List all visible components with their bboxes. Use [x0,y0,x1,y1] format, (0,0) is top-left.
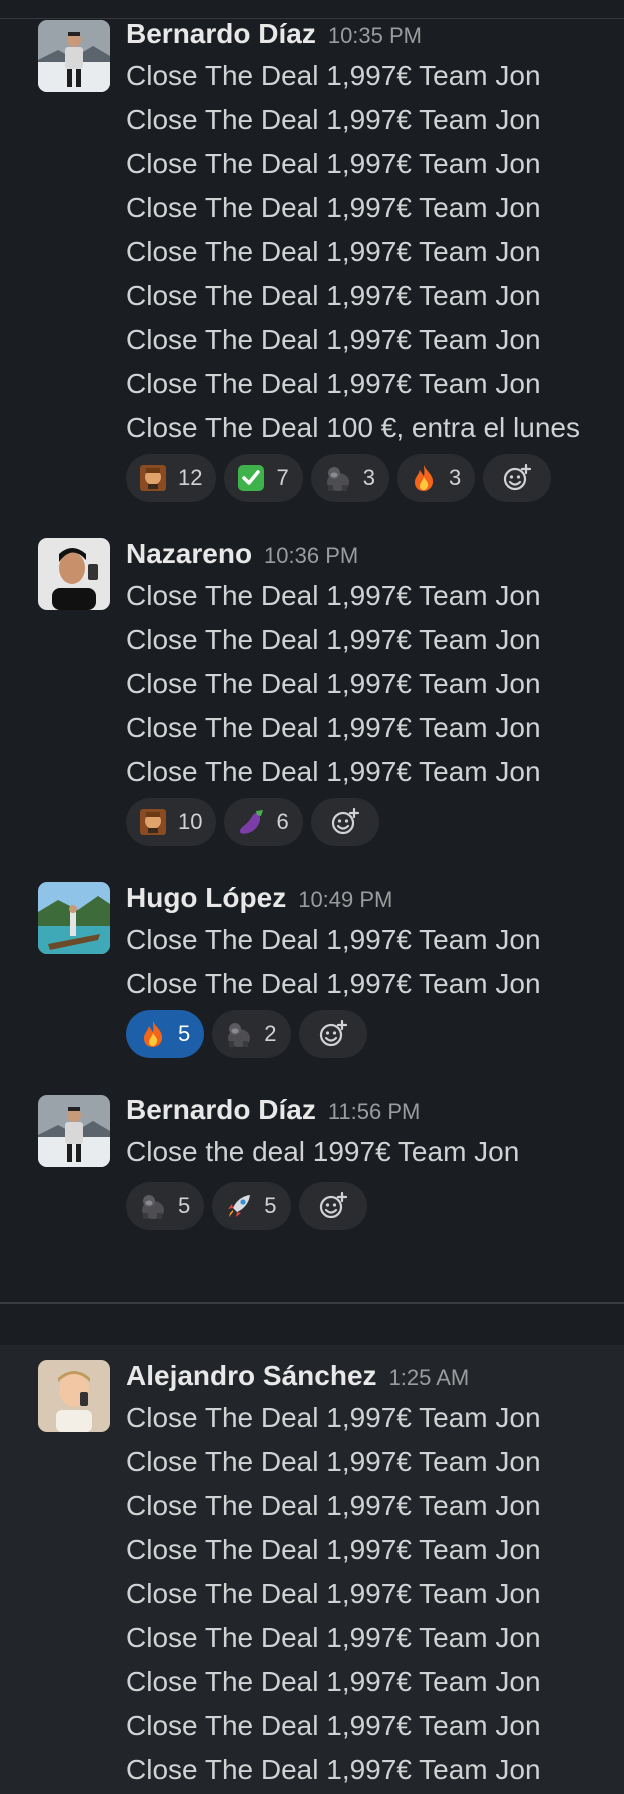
message-line: Close The Deal 1,997€ Team Jon [126,1534,541,1565]
author-name[interactable]: Bernardo Díaz [126,18,316,49]
check-mark-emoji [238,465,265,491]
rocket-emoji [228,1195,251,1217]
message-line: Close The Deal 1,997€ Team Jon [126,192,541,223]
message-line: Close The Deal 1,997€ Team Jon [126,924,541,955]
timestamp[interactable]: 10:35 PM [328,23,422,48]
reaction-leo-face[interactable]: 10 [126,798,217,846]
message-line: Close The Deal 1,997€ Team Jon [126,1666,541,1697]
avatar[interactable] [38,1095,110,1167]
reaction-gorilla[interactable]: 5 [126,1182,205,1230]
day-divider [0,1302,624,1304]
reaction-count: 5 [178,1193,191,1218]
add-emoji-icon [319,1191,347,1219]
timestamp[interactable]: 10:49 PM [298,887,392,912]
message-line: Close The Deal 1,997€ Team Jon [126,236,541,267]
message-header: Hugo López 10:49 PM [126,878,624,918]
message-line: Close The Deal 1,997€ Team Jon [126,756,541,787]
fire-emoji [144,1021,163,1047]
avatar[interactable] [38,882,110,954]
add-reaction-button[interactable] [298,1010,367,1058]
message-line: Close The Deal 1,997€ Team Jon [126,280,541,311]
leo-face-emoji [140,809,166,835]
gorilla-emoji [326,467,349,491]
reaction-count: 12 [178,465,203,490]
add-emoji-icon [319,1019,347,1047]
gorilla-emoji [228,1023,251,1047]
message-line: Close The Deal 1,997€ Team Jon [126,1710,541,1741]
gorilla-emoji [142,1195,164,1219]
message-line: Close The Deal 1,997€ Team Jon [126,624,541,655]
message-line: Close The Deal 1,997€ Team Jon [126,1578,541,1609]
message-line: Close The Deal 1,997€ Team Jon [126,324,541,355]
message-header: Bernardo Díaz 11:56 PM [126,1090,624,1130]
message-line: Close The Deal 1,997€ Team Jon [126,148,541,179]
eggplant-emoji [240,810,264,834]
author-name[interactable]: Alejandro Sánchez [126,1360,377,1391]
message-line: Close The Deal 100 €, entra el lunes [126,412,580,443]
message-line: Close The Deal 1,997€ Team Jon [126,1622,541,1653]
timestamp[interactable]: 10:36 PM [264,543,358,568]
avatar[interactable] [38,20,110,92]
reaction-eggplant[interactable]: 6 [224,798,303,846]
message-line: Close The Deal 1,997€ Team Jon [126,668,541,699]
reaction-count: 7 [276,465,289,490]
author-name[interactable]: Hugo López [126,882,286,913]
reaction-bar: 5 2 [126,1010,624,1058]
message-line: Close The Deal 1,997€ Team Jon [126,104,541,135]
add-emoji-icon [504,463,532,491]
add-reaction-button[interactable] [483,454,552,502]
message-line: Close The Deal 1,997€ Team Jon [126,1402,541,1433]
reaction-count: 10 [178,809,203,834]
reaction-rocket[interactable]: 5 [212,1182,291,1230]
fire-emoji [414,465,434,491]
message-line: Close The Deal 1,997€ Team Jon [126,712,541,743]
message-header: Alejandro Sánchez 1:25 AM [126,1356,624,1396]
reaction-check-mark[interactable]: 7 [224,454,303,502]
reaction-leo-face[interactable]: 12 [126,454,217,502]
message-line: Close The Deal 1,997€ Team Jon [126,1490,541,1521]
reaction-count: 3 [448,465,462,490]
author-name[interactable]: Bernardo Díaz [126,1094,316,1125]
message-line: Close The Deal 1,997€ Team Jon [126,580,541,611]
message-line: Close The Deal 1,997€ Team Jon [126,60,541,91]
add-emoji-icon [331,807,359,835]
message-line: Close The Deal 1,997€ Team Jon [126,1446,541,1477]
message-header: Bernardo Díaz 10:35 PM [126,14,624,54]
reaction-gorilla[interactable]: 2 [212,1010,291,1058]
reaction-count: 6 [276,809,289,834]
message-line: Close The Deal 1,997€ Team Jon [126,968,541,999]
reaction-bar: 5 5 [126,1182,624,1230]
avatar[interactable] [38,1360,110,1432]
author-name[interactable]: Nazareno [126,538,252,569]
reaction-bar: 12 7 3 3 [126,454,624,502]
message-line: Close The Deal 1,997€ Team Jon [126,1754,541,1785]
message-header: Nazareno 10:36 PM [126,534,624,574]
add-reaction-button[interactable] [310,798,379,846]
reaction-bar: 10 6 [126,798,624,846]
reaction-gorilla[interactable]: 3 [310,454,389,502]
message-line: Close the deal 1997€ Team Jon [126,1136,520,1167]
avatar[interactable] [38,538,110,610]
message-line: Close The Deal 1,997€ Team Jon [126,368,541,399]
reaction-fire[interactable]: 3 [396,454,476,502]
reaction-count: 5 [264,1193,277,1218]
add-reaction-button[interactable] [298,1182,367,1230]
reaction-count: 3 [362,465,375,490]
timestamp[interactable]: 1:25 AM [389,1365,470,1390]
reaction-fire[interactable]: 5 [126,1010,205,1058]
reaction-count: 2 [264,1021,277,1046]
leo-face-emoji [140,465,166,491]
reaction-count: 5 [178,1021,191,1046]
timestamp[interactable]: 11:56 PM [328,1099,421,1124]
